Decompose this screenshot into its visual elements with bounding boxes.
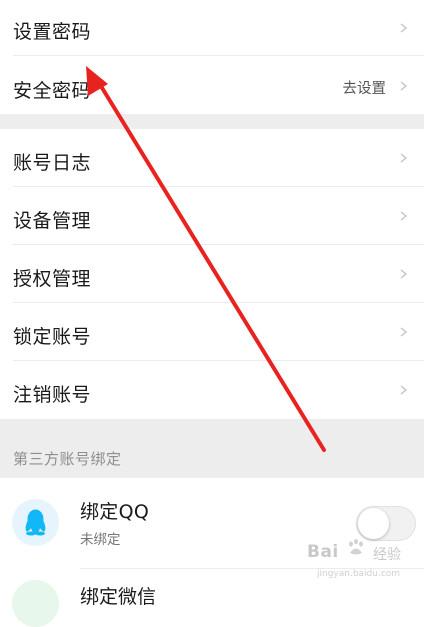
section-gap: [0, 114, 424, 129]
row-authorization-management-label: 授权管理: [13, 268, 92, 290]
row-lock-account-label: 锁定账号: [13, 326, 92, 348]
row-device-management[interactable]: 设备管理: [0, 187, 424, 245]
chevron-right-icon: [399, 152, 408, 164]
row-security-password-label: 安全密码: [13, 80, 92, 102]
divider: [80, 568, 424, 569]
account-security-screen: 设置密码 安全密码 去设置 账号日志 设备管理 授权管理 锁定账号 注销账号 第…: [0, 0, 424, 627]
third-party-section-header: 第三方账号绑定: [0, 419, 424, 478]
row-deactivate-account[interactable]: 注销账号: [0, 361, 424, 419]
row-account-log-label: 账号日志: [13, 152, 92, 174]
chevron-right-icon: [399, 384, 408, 396]
row-account-log[interactable]: 账号日志: [0, 129, 424, 187]
wechat-icon: [12, 580, 59, 627]
row-security-password[interactable]: 安全密码 去设置: [0, 56, 424, 114]
row-bind-wechat[interactable]: 绑定微信: [0, 568, 424, 627]
wechat-bind-title: 绑定微信: [80, 586, 157, 608]
chevron-right-icon: [399, 210, 408, 222]
row-device-management-label: 设备管理: [13, 210, 92, 232]
row-set-password[interactable]: 设置密码: [0, 0, 424, 56]
row-security-password-value: 去设置: [342, 81, 387, 97]
qq-bind-status: 未绑定: [80, 532, 121, 548]
qq-bind-toggle[interactable]: [356, 506, 416, 541]
row-set-password-label: 设置密码: [13, 21, 92, 43]
row-bind-qq: 绑定QQ 未绑定: [0, 478, 424, 568]
chevron-right-icon: [399, 326, 408, 338]
row-lock-account[interactable]: 锁定账号: [0, 303, 424, 361]
chevron-right-icon: [399, 80, 408, 92]
chevron-right-icon: [399, 22, 408, 34]
chevron-right-icon: [399, 268, 408, 280]
toggle-knob: [358, 508, 389, 539]
qq-bind-title: 绑定QQ: [80, 501, 150, 523]
row-authorization-management[interactable]: 授权管理: [0, 245, 424, 303]
third-party-section-title: 第三方账号绑定: [13, 450, 122, 468]
row-deactivate-account-label: 注销账号: [13, 384, 92, 406]
qq-icon: [12, 499, 59, 546]
